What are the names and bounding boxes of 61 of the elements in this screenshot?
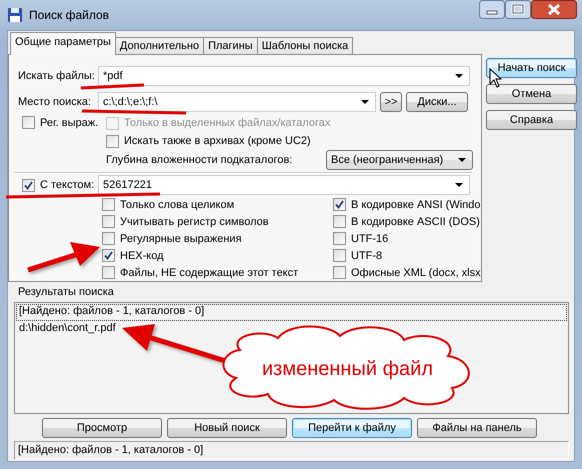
dropdown-caret-icon[interactable] [458,158,466,162]
checkbox[interactable] [102,249,115,262]
checkbox[interactable] [106,134,119,148]
checkbox[interactable] [333,215,346,228]
field-label: Место поиска: [18,96,92,108]
checkbox[interactable] [102,232,115,245]
window-title: Поиск файлов [29,8,110,22]
checkbox[interactable] [333,232,346,245]
checkbox[interactable] [22,116,35,129]
close-button[interactable] [531,0,577,19]
browse-button[interactable]: >> [380,92,402,112]
checkbox-label: С текстом: [40,179,94,191]
checkbox-label: Рег. выраж. [40,116,98,128]
search-location-field[interactable]: c:\;d:\;e:\;f:\ [98,92,376,112]
checkbox[interactable] [102,198,115,211]
checkbox-label: В кодировке ASCII (DOS) [351,216,480,228]
checkbox-label: Файлы, НЕ содержащие этот текст [120,266,298,278]
checkbox-label: В кодировке ANSI (Windo [351,198,481,210]
checkbox-label: Искать также в архивах (кроме UC2) [124,135,311,147]
button[interactable]: Новый поиск [167,418,287,438]
tab[interactable]: Плагины [203,37,258,55]
button[interactable]: Отмена [486,84,577,104]
checkbox-label: HEX-код [120,250,164,262]
checkbox[interactable] [333,198,346,211]
button[interactable]: Файлы на панель [417,418,537,438]
depth-dropdown[interactable]: Все (неограниченная) [326,150,473,170]
checkbox-label: UTF-16 [351,232,388,244]
checkbox-label: Учитывать регистр символов [120,216,269,228]
checkbox[interactable] [333,249,346,262]
checkbox-label: Только слова целиком [120,198,234,210]
maximize-button[interactable] [505,0,531,19]
callout-text: измененный файл [262,358,433,381]
checkbox[interactable] [102,215,115,228]
checkbox-label: UTF-8 [351,250,382,262]
checkbox[interactable] [22,178,35,192]
search-text-field[interactable]: 52617221 [98,175,470,195]
checkbox[interactable] [102,266,115,279]
minimize-button[interactable] [479,0,505,19]
checkbox-label: Только в выделенных файлах/каталогах [124,117,330,129]
button[interactable]: Просмотр [42,418,162,438]
drives-button[interactable]: Диски... [406,92,468,112]
tab[interactable]: Шаблоны поиска [256,37,354,55]
button[interactable]: Справка [486,110,577,130]
tab[interactable]: Дополнительно [114,37,204,55]
section-label: Результаты поиска [18,286,115,300]
checkbox-label: Офисные XML (docx, xlsx [351,266,481,278]
status-bar: [Найдено: файлов - 1, каталогов - 0] [14,441,569,460]
checkbox[interactable] [333,266,346,279]
field-label: Глубина вложенности подкаталогов: [106,154,292,166]
result-row[interactable]: d:\hidden\cont_r.pdf [16,321,567,338]
button[interactable]: Перейти к файлу [292,418,412,438]
tab[interactable]: Общие параметры [10,32,116,55]
result-row[interactable]: [Найдено: файлов - 1, каталогов - 0] [16,304,567,321]
field-label: Искать файлы: [18,70,96,82]
checkbox-label: Регулярные выражения [120,232,242,244]
dropdown-caret-icon[interactable] [361,100,369,104]
dropdown-caret-icon[interactable] [455,183,463,187]
button[interactable]: Начать поиск [486,58,577,78]
dropdown-caret-icon[interactable] [455,74,463,78]
highlight-underline [80,84,144,90]
search-pattern-field[interactable]: *pdf [98,66,470,86]
